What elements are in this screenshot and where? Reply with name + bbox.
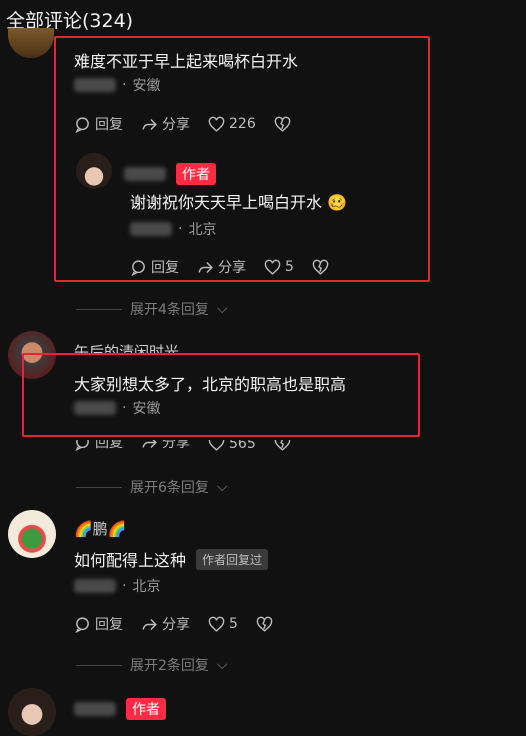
reply-text: 谢谢祝你天天早上喝白开水 🥴 [130, 189, 347, 213]
blurred-time [74, 78, 116, 92]
avatar[interactable] [76, 153, 112, 189]
author-badge: 作者 [176, 163, 216, 185]
comment-text-row: 如何配得上这种 作者回复过 [74, 547, 269, 571]
avatar[interactable] [8, 510, 56, 558]
divider [76, 308, 122, 310]
like-button[interactable]: 226 [208, 116, 256, 133]
highlight-box [22, 353, 420, 437]
dot-separator: · [122, 400, 127, 416]
share-label: 分享 [162, 617, 190, 633]
heart-icon [264, 259, 281, 275]
broken-heart-icon [256, 616, 273, 632]
share-label: 分享 [218, 260, 246, 276]
chevron-down-icon: ⌵ [216, 657, 228, 673]
broken-heart-icon [274, 116, 291, 132]
comment-location: 安徽 [132, 401, 161, 417]
comment-bubble-icon [131, 259, 145, 276]
dot-separator: · [122, 77, 127, 93]
like-count: 565 [229, 440, 256, 452]
comment-username[interactable]: 🌈鹏🌈 [74, 518, 126, 539]
like-count: 226 [229, 116, 256, 132]
reply-button[interactable]: 回复 [74, 440, 123, 452]
avatar[interactable] [8, 688, 56, 736]
chevron-down-icon: ⌵ [216, 301, 228, 317]
comment-location: 安徽 [132, 78, 161, 94]
expand-label: 展开6条回复 [130, 480, 209, 496]
blurred-username [74, 702, 116, 716]
reply-label: 回复 [95, 117, 123, 133]
like-count: 5 [285, 259, 294, 275]
share-arrow-icon [142, 618, 157, 630]
expand-replies-button[interactable]: 展开6条回复 ⌵ [76, 477, 228, 497]
comment-meta: · 北京 [74, 576, 160, 596]
comment-location: 北京 [132, 579, 161, 595]
expand-replies-button[interactable]: 展开2条回复 ⌵ [76, 655, 228, 675]
reply-button[interactable]: 回复 [74, 614, 123, 634]
reply-button[interactable]: 回复 [74, 114, 123, 134]
reply-text-content: 谢谢祝你天天早上喝白开水 [130, 193, 323, 212]
dislike-button[interactable] [312, 259, 329, 276]
blurred-username [124, 167, 166, 181]
reply-meta: · 北京 [130, 219, 216, 239]
author-badge: 作者 [126, 698, 166, 720]
dot-separator: · [178, 221, 183, 237]
dizzy-face-emoji: 🥴 [327, 193, 348, 212]
reply-label: 回复 [95, 440, 123, 451]
expand-label: 展开2条回复 [130, 658, 209, 674]
share-button[interactable]: 分享 [141, 440, 190, 452]
heart-icon [208, 616, 225, 632]
share-arrow-icon [198, 261, 213, 273]
comment-actions: 回复 分享 565 [74, 440, 309, 452]
share-arrow-icon [142, 118, 157, 130]
reply-actions: 回复 分享 5 [130, 257, 347, 277]
expand-replies-button[interactable]: 展开4条回复 ⌵ [76, 299, 228, 319]
dislike-button[interactable] [256, 616, 273, 633]
reply-header: 作者 [124, 163, 216, 185]
dislike-button[interactable] [274, 440, 291, 452]
heart-icon [208, 116, 225, 132]
heart-icon [208, 440, 225, 451]
blurred-time [130, 222, 172, 236]
share-button[interactable]: 分享 [197, 257, 246, 277]
reply-button[interactable]: 回复 [130, 257, 179, 277]
comment-text: 难度不亚于早上起来喝杯白开水 [74, 52, 299, 71]
like-button[interactable]: 5 [208, 616, 238, 633]
blurred-time [74, 401, 116, 415]
share-button[interactable]: 分享 [141, 114, 190, 134]
comment-bubble-icon [75, 440, 89, 451]
like-count: 5 [229, 616, 238, 632]
share-label: 分享 [162, 440, 190, 451]
like-button[interactable]: 565 [208, 440, 256, 452]
comment-actions: 回复 分享 5 [74, 614, 291, 634]
comment-bubble-icon [75, 616, 89, 633]
author-replied-badge: 作者回复过 [196, 548, 269, 570]
dislike-button[interactable] [274, 116, 291, 133]
comment-bubble-icon [75, 116, 89, 133]
highlight-box [54, 36, 430, 282]
blurred-time [74, 579, 116, 593]
share-label: 分享 [162, 117, 190, 133]
comment-header: 作者 [74, 698, 166, 720]
dot-separator: · [122, 578, 127, 594]
reply-label: 回复 [95, 617, 123, 633]
comment-text: 如何配得上这种 [74, 551, 187, 570]
share-button[interactable]: 分享 [141, 614, 190, 634]
comment-text: 大家别想太多了，北京的职高也是职高 [74, 375, 347, 394]
divider [76, 664, 122, 666]
comment-actions: 回复 分享 226 [74, 114, 309, 134]
reply-location: 北京 [188, 222, 217, 238]
divider [76, 486, 122, 488]
expand-label: 展开4条回复 [130, 302, 209, 318]
broken-heart-icon [312, 259, 329, 275]
comment-meta: · 安徽 [74, 75, 160, 95]
comment-meta: · 安徽 [74, 398, 160, 418]
reply-label: 回复 [151, 260, 179, 276]
like-button[interactable]: 5 [264, 259, 294, 276]
avatar[interactable] [8, 28, 54, 58]
broken-heart-icon [274, 440, 291, 451]
chevron-down-icon: ⌵ [216, 479, 228, 495]
share-arrow-icon [142, 440, 157, 448]
